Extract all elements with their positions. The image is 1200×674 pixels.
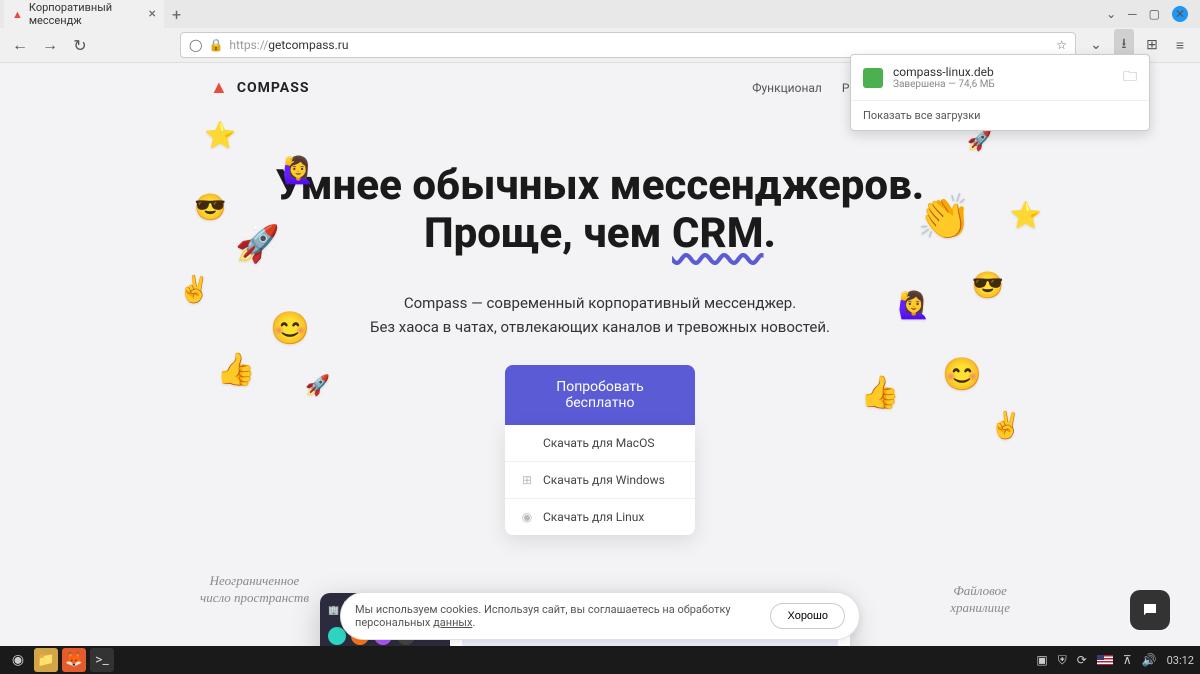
download-item[interactable]: compass-linux.deb Завершена — 74,6 МБ 🗀 — [851, 55, 1149, 101]
shield-icon: ◯ — [189, 38, 202, 52]
hand-raise-emoji: 🙋‍♀️ — [282, 156, 314, 186]
browser-tab[interactable]: ▲ Корпоративный мессендж × — [4, 0, 164, 31]
extensions-icon[interactable]: ⊞ — [1142, 37, 1162, 53]
hand-raise-right-emoji: 🙋‍♀️ — [898, 291, 930, 321]
brand-name: COMPASS — [237, 80, 310, 96]
url-text: https://getcompass.ru — [229, 38, 348, 52]
window-controls: ⌄ ─ ▢ ✕ — [1106, 6, 1196, 22]
nav-features[interactable]: Функционал — [752, 81, 822, 95]
download-windows[interactable]: ⊞Скачать для Windows — [505, 461, 695, 498]
show-all-downloads[interactable]: Показать все загрузки — [851, 101, 1149, 130]
chevron-down-icon[interactable]: ⌄ — [1106, 7, 1116, 21]
thumbs-up-emoji: 👍 — [216, 350, 256, 388]
back-button[interactable]: ← — [10, 35, 30, 55]
clock[interactable]: 03:12 — [1167, 654, 1194, 667]
brand-logo[interactable]: ▲ COMPASS — [210, 77, 309, 98]
network-icon[interactable]: ⊼ — [1123, 653, 1132, 667]
cookie-accept-button[interactable]: Хорошо — [770, 603, 845, 629]
download-info: compass-linux.deb Завершена — 74,6 МБ — [893, 65, 1113, 90]
page-content: ▲ COMPASS Функционал Решения Цены Блог У… — [0, 63, 1200, 647]
chat-widget-button[interactable] — [1130, 590, 1170, 630]
chat-icon — [1141, 601, 1159, 619]
window-close-icon[interactable]: ✕ — [1172, 6, 1188, 22]
thumbs-up-right-emoji: 👍 — [860, 373, 900, 411]
callout-file-storage: Файловоехранилище — [950, 583, 1010, 617]
cookie-banner: Мы используем cookies. Используя сайт, в… — [340, 592, 860, 640]
open-folder-icon[interactable]: 🗀 — [1123, 66, 1137, 90]
tab-title: Корпоративный мессендж — [29, 1, 143, 27]
blush-emoji: 😊 — [270, 309, 310, 347]
minimize-icon[interactable]: ─ — [1128, 7, 1137, 21]
blush-right-emoji: 😊 — [942, 355, 982, 393]
clap-emoji: 👏 — [917, 191, 972, 243]
star-emoji: ⭐ — [204, 121, 236, 151]
firefox-icon[interactable]: 🦊 — [62, 648, 86, 672]
tray-app-icon[interactable]: ▣ — [1036, 653, 1047, 667]
download-filename: compass-linux.deb — [893, 65, 1113, 79]
download-linux[interactable]: ◉Скачать для Linux — [505, 498, 695, 535]
favicon-icon: ▲ — [12, 8, 23, 20]
volume-icon[interactable]: 🔊 — [1142, 653, 1157, 667]
windows-icon: ⊞ — [521, 473, 533, 487]
maximize-icon[interactable]: ▢ — [1149, 7, 1160, 21]
terminal-icon[interactable]: >_ — [90, 648, 114, 672]
tab-close-icon[interactable]: × — [149, 6, 156, 22]
compass-logo-icon: ▲ — [210, 77, 229, 98]
victory-hand-emoji: ✌️ — [178, 275, 210, 305]
keyboard-layout-icon[interactable] — [1097, 655, 1113, 665]
menu-icon[interactable]: ≡ — [1170, 37, 1190, 54]
sunglasses-right-emoji: 😎 — [972, 271, 1004, 301]
system-tray: ▣ ⛨ ⟳ ⊼ 🔊 03:12 — [1036, 653, 1194, 668]
linux-icon: ◉ — [521, 510, 533, 524]
download-list: Скачать для MacOS ⊞Скачать для Windows ◉… — [505, 425, 695, 535]
hero: Умнее обычных мессенджеров. Проще, чем C… — [0, 112, 1200, 535]
victory-right-emoji: ✌️ — [990, 411, 1022, 441]
lock-icon: 🔒 — [208, 38, 223, 52]
rocket-right-emoji: 🚀 — [967, 128, 992, 152]
rocket-small-emoji: 🚀 — [305, 373, 330, 397]
update-icon[interactable]: ⟳ — [1077, 653, 1087, 667]
shield-tray-icon[interactable]: ⛨ — [1058, 653, 1067, 668]
taskbar: ◉ 📁 🦊 >_ ▣ ⛨ ⟳ ⊼ 🔊 03:12 — [0, 646, 1200, 674]
pocket-icon[interactable]: ⌄ — [1086, 37, 1106, 53]
hero-heading: Умнее обычных мессенджеров. Проще, чем C… — [276, 162, 924, 259]
file-manager-icon[interactable]: 📁 — [34, 648, 58, 672]
callout-unlimited-spaces: Неограниченноечисло пространств — [200, 573, 309, 607]
bookmark-icon[interactable]: ☆ — [1056, 38, 1067, 52]
new-tab-button[interactable]: + — [172, 5, 181, 24]
forward-button[interactable]: → — [40, 35, 60, 55]
file-icon — [863, 68, 883, 88]
cookie-link[interactable]: данных — [433, 616, 472, 629]
star-right-emoji: ⭐ — [1010, 201, 1042, 231]
download-macos[interactable]: Скачать для MacOS — [505, 425, 695, 461]
try-free-button[interactable]: Попробовать бесплатно — [505, 365, 695, 425]
cta-group: Попробовать бесплатно Скачать для MacOS … — [20, 365, 1180, 535]
tab-bar: ▲ Корпоративный мессендж × + ⌄ ─ ▢ ✕ — [0, 0, 1200, 28]
rocket-emoji: 🚀 — [235, 223, 280, 265]
download-status: Завершена — 74,6 МБ — [893, 79, 1113, 90]
start-menu-icon[interactable]: ◉ — [6, 648, 30, 672]
reload-button[interactable]: ↻ — [70, 36, 90, 55]
downloads-popup: compass-linux.deb Завершена — 74,6 МБ 🗀 … — [850, 54, 1150, 131]
cookie-text: Мы используем cookies. Используя сайт, в… — [355, 603, 756, 629]
sunglasses-emoji: 😎 — [194, 193, 226, 223]
